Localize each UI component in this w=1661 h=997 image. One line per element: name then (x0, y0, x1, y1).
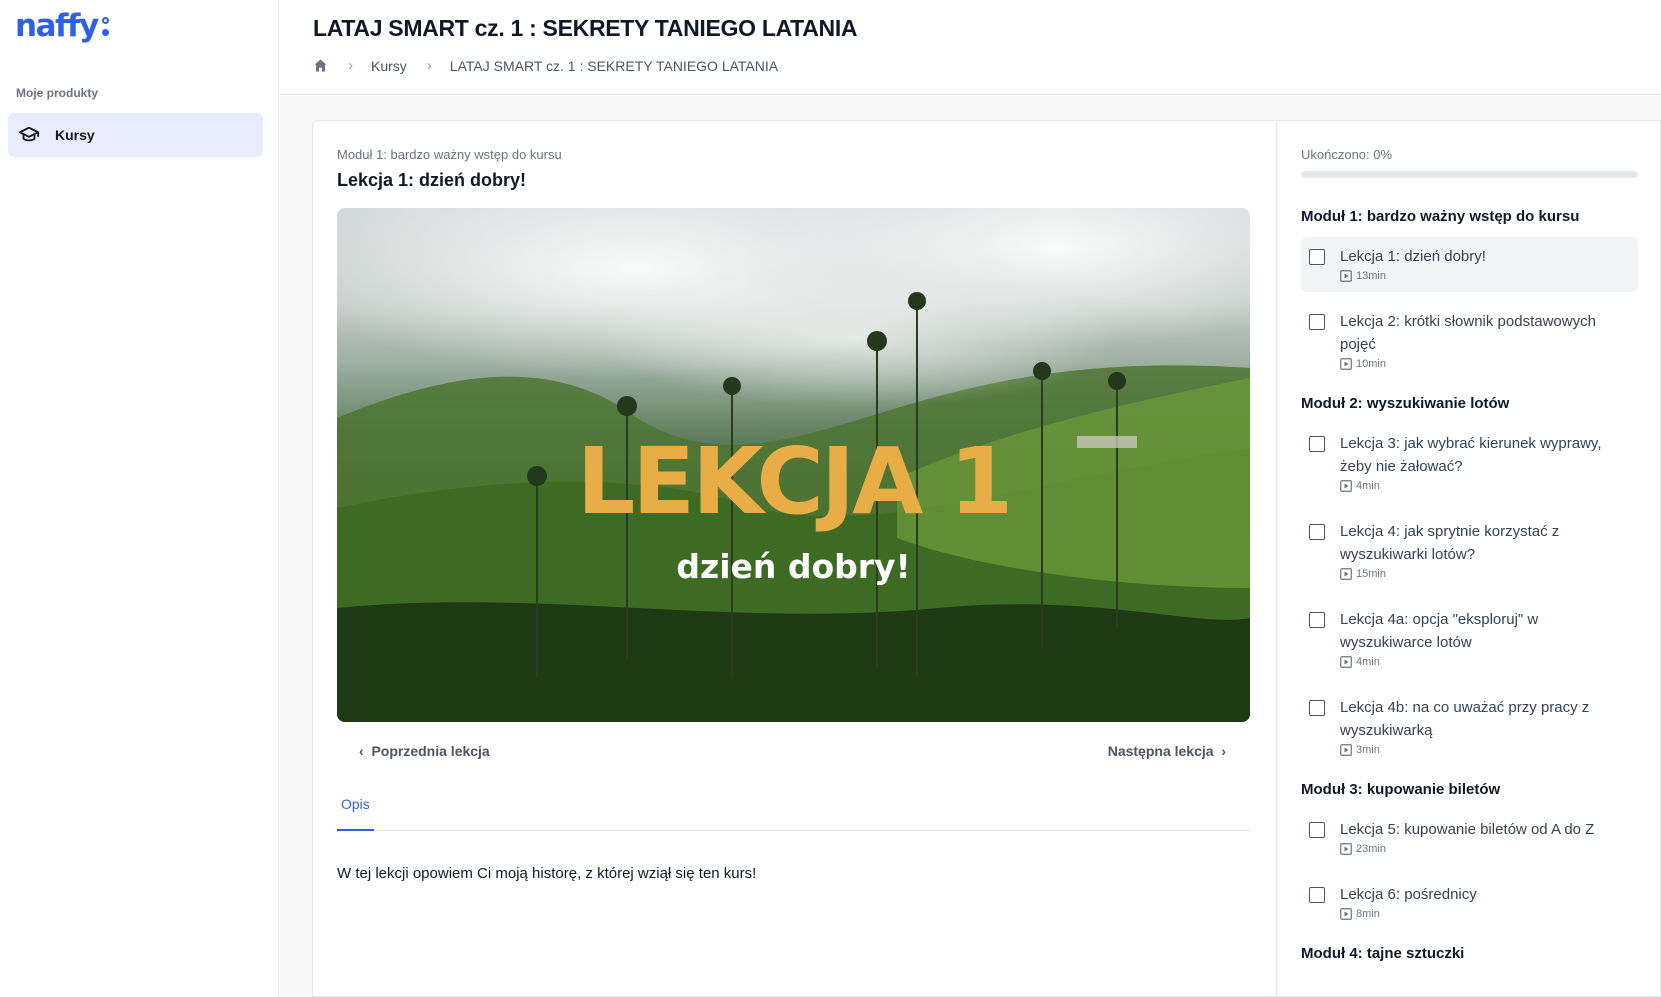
lesson-duration-text: 3min (1356, 744, 1380, 756)
breadcrumb-current-course: LATAJ SMART cz. 1 : SEKRETY TANIEGO LATA… (449, 57, 779, 74)
curriculum-panel: Ukończono: 0% Moduł 1: bardzo ważny wstę… (1276, 120, 1661, 997)
lesson-item-title: Lekcja 4: jak sprytnie korzystać z wyszu… (1340, 523, 1560, 563)
lesson-duration: 4min (1340, 656, 1630, 668)
progress-bar (1301, 171, 1638, 178)
module-heading: Moduł 3: kupowanie biletów (1301, 781, 1501, 798)
lesson-duration-text: 4min (1356, 480, 1380, 492)
lesson-checkbox[interactable] (1309, 524, 1325, 540)
lesson-item-title: Lekcja 6: pośrednicy (1340, 886, 1477, 903)
video-play-icon (1340, 480, 1352, 492)
lesson-description: W tej lekcji opowiem Ci moją historę, z … (337, 865, 757, 882)
video-play-icon (1340, 656, 1352, 668)
sidebar-section-label: Moje produkty (16, 86, 99, 100)
next-lesson-button[interactable]: Następna lekcja › (1108, 743, 1226, 759)
lesson-duration-text: 10min (1356, 358, 1386, 370)
lesson-item-title: Lekcja 4b: na co uważać przy pracy z wys… (1340, 699, 1590, 739)
lesson-item[interactable]: Lekcja 3: jak wybrać kierunek wyprawy, ż… (1301, 424, 1638, 502)
lesson-navigation: ‹ Poprzednia lekcja Następna lekcja › (337, 739, 1250, 763)
lesson-checkbox[interactable] (1309, 314, 1325, 330)
lesson-item-title: Lekcja 2: krótki słownik podstawowych po… (1340, 313, 1596, 353)
lesson-duration: 23min (1340, 843, 1630, 855)
lesson-duration-text: 4min (1356, 656, 1380, 668)
breadcrumb: › Kursy › LATAJ SMART cz. 1 : SEKRETY TA… (313, 57, 778, 74)
lesson-duration: 10min (1340, 358, 1630, 370)
naffy-logo[interactable]: naffy (15, 8, 99, 44)
breadcrumb-chevron-icon: › (426, 57, 432, 74)
lesson-item[interactable]: Lekcja 2: krótki słownik podstawowych po… (1301, 302, 1638, 380)
lesson-duration: 15min (1340, 568, 1630, 580)
lesson-item[interactable]: Lekcja 4: jak sprytnie korzystać z wyszu… (1301, 512, 1638, 590)
lesson-duration-text: 23min (1356, 843, 1386, 855)
breadcrumb-chevron-icon: › (348, 57, 353, 74)
lesson-module-label: Moduł 1: bardzo ważny wstęp do kursu (337, 147, 562, 162)
module-heading: Moduł 1: bardzo ważny wstęp do kursu (1301, 208, 1580, 225)
next-lesson-label: Następna lekcja (1107, 743, 1214, 759)
sidebar-item-kursy[interactable]: Kursy (8, 113, 263, 157)
lesson-duration-text: 8min (1356, 908, 1380, 920)
lesson-item[interactable]: Lekcja 6: pośrednicy 8min (1301, 875, 1638, 930)
lesson-item[interactable]: Lekcja 5: kupowanie biletów od A do Z 23… (1301, 810, 1638, 865)
lesson-item-title: Lekcja 4a: opcja "eksploruj" w wyszukiwa… (1340, 611, 1539, 651)
lesson-tabs: Opis (337, 791, 1250, 831)
lesson-checkbox[interactable] (1309, 887, 1325, 903)
lesson-video-player[interactable]: LEKCJA 1 dzień dobry! (337, 208, 1250, 722)
sidebar-item-label: Kursy (55, 127, 95, 143)
lesson-duration: 3min (1340, 744, 1630, 756)
page-title: LATAJ SMART cz. 1 : SEKRETY TANIEGO LATA… (313, 15, 858, 41)
video-title-text: LEKCJA 1 (576, 428, 1014, 535)
video-play-icon (1340, 568, 1352, 580)
lesson-item-title: Lekcja 1: dzień dobry! (1340, 248, 1486, 265)
progress-label: Ukończono: 0% (1301, 147, 1393, 162)
module-heading: Moduł 2: wyszukiwanie lotów (1301, 395, 1510, 412)
lesson-checkbox[interactable] (1309, 612, 1325, 628)
sidebar: naffy Moje produkty Kursy (0, 0, 279, 997)
previous-lesson-button[interactable]: ‹ Poprzednia lekcja (359, 743, 490, 759)
video-play-icon (1340, 270, 1352, 282)
lesson-checkbox[interactable] (1309, 700, 1325, 716)
page-header: LATAJ SMART cz. 1 : SEKRETY TANIEGO LATA… (280, 0, 1661, 95)
lesson-duration: 13min (1340, 270, 1630, 282)
lesson-checkbox[interactable] (1309, 436, 1325, 452)
logo-dots-icon (102, 17, 110, 43)
graduation-cap-icon (18, 126, 40, 142)
lesson-item-title: Lekcja 3: jak wybrać kierunek wyprawy, ż… (1340, 435, 1602, 475)
video-play-icon (1340, 358, 1352, 370)
lesson-item-title: Lekcja 5: kupowanie biletów od A do Z (1340, 821, 1595, 838)
lesson-duration-text: 15min (1356, 568, 1386, 580)
lesson-checkbox[interactable] (1309, 822, 1325, 838)
lesson-title: Lekcja 1: dzień dobry! (337, 170, 527, 190)
chevron-left-icon: ‹ (359, 743, 372, 759)
video-play-icon (1340, 843, 1352, 855)
breadcrumb-kursy[interactable]: Kursy (371, 58, 407, 74)
chevron-right-icon: › (1213, 743, 1226, 759)
home-icon[interactable] (313, 58, 328, 73)
lesson-item[interactable]: Lekcja 4b: na co uważać przy pracy z wys… (1301, 688, 1638, 766)
video-play-icon (1340, 744, 1352, 756)
video-subtitle-text: dzień dobry! (676, 547, 911, 586)
curriculum-list: Moduł 1: bardzo ważny wstęp do kursu Lek… (1301, 207, 1638, 974)
lesson-content-card: Moduł 1: bardzo ważny wstęp do kursu Lek… (312, 120, 1275, 997)
lesson-item[interactable]: Lekcja 1: dzień dobry! 13min (1301, 237, 1638, 292)
module-heading: Moduł 4: tajne sztuczki (1301, 945, 1465, 962)
lesson-item[interactable]: Lekcja 4a: opcja "eksploruj" w wyszukiwa… (1301, 600, 1638, 678)
video-play-icon (1340, 908, 1352, 920)
previous-lesson-label: Poprzednia lekcja (371, 743, 490, 759)
lesson-checkbox[interactable] (1309, 249, 1325, 265)
lesson-duration: 8min (1340, 908, 1630, 920)
tab-opis[interactable]: Opis (337, 791, 374, 831)
lesson-duration: 4min (1340, 480, 1630, 492)
lesson-duration-text: 13min (1356, 270, 1386, 282)
